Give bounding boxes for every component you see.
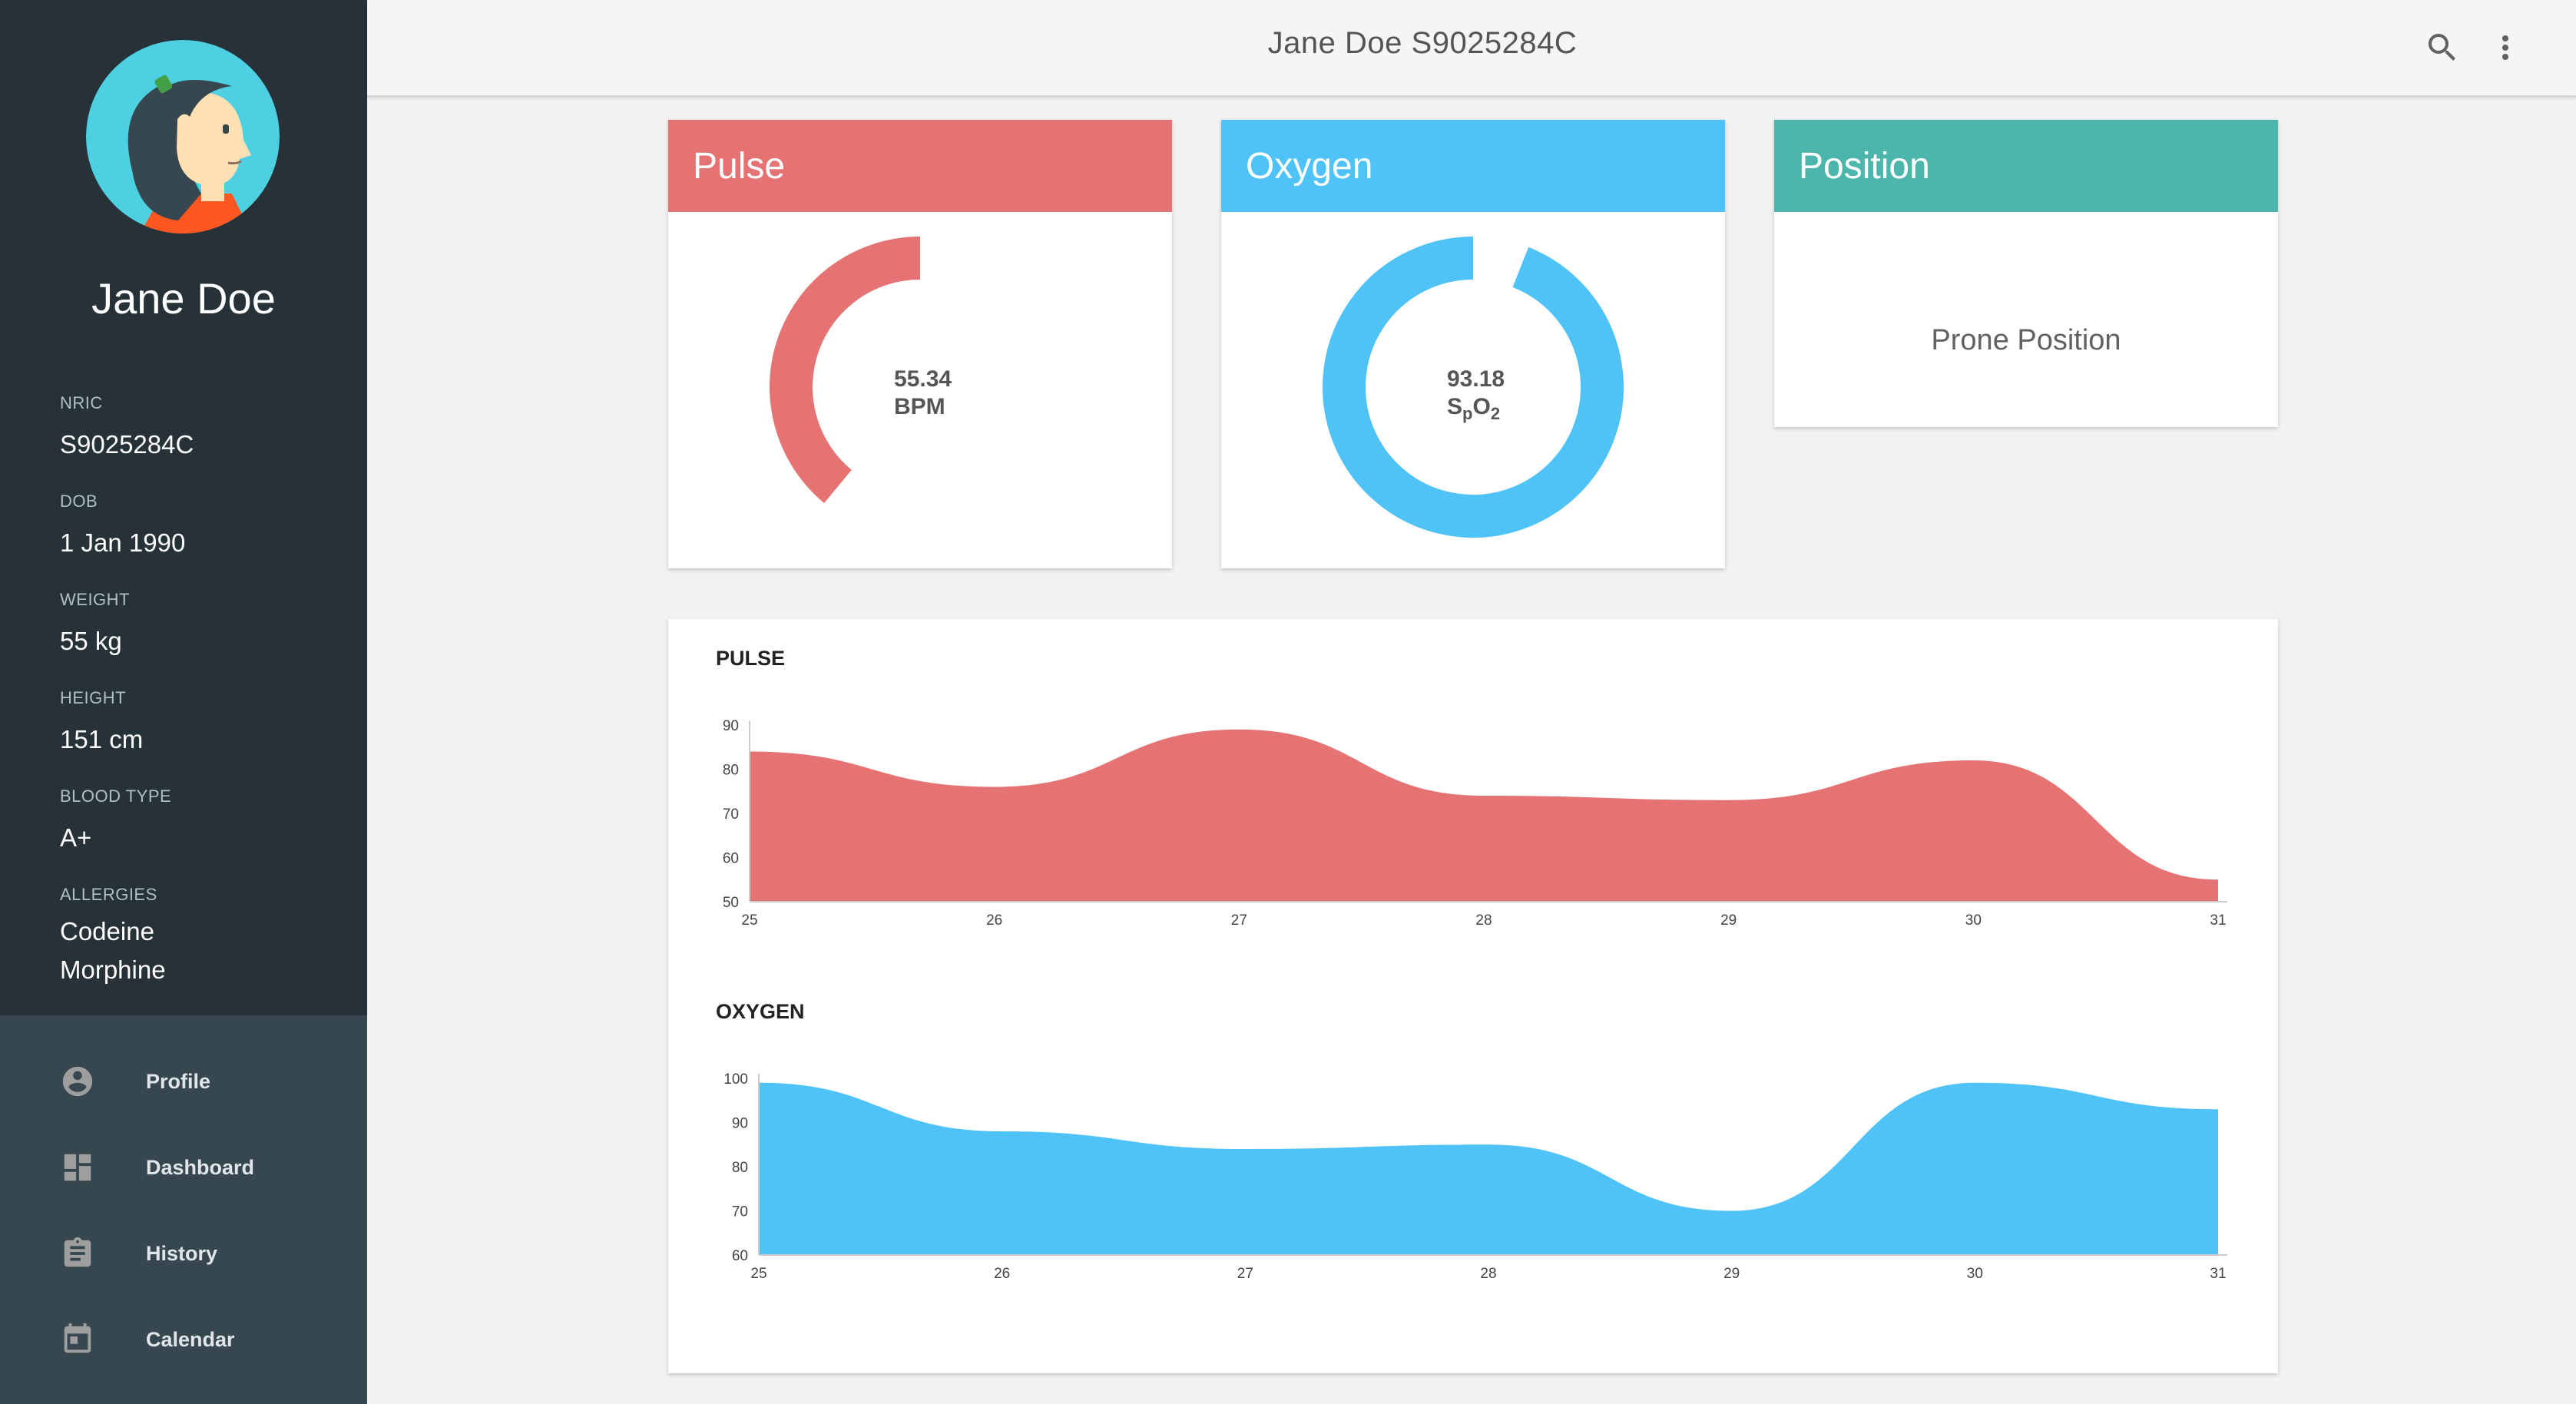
x-tick-label: 27	[1231, 912, 1247, 929]
oxygen-unit: SpO2	[1447, 393, 1505, 428]
y-tick-label: 80	[723, 763, 739, 779]
card-header: Position	[1774, 120, 2278, 212]
card-header: Oxygen	[1221, 120, 1725, 212]
x-tick-label: 26	[994, 1266, 1010, 1282]
unit-o: O	[1472, 394, 1491, 419]
info-value: 55 kg	[60, 627, 122, 655]
oxygen-value-number: 93.18	[1447, 366, 1505, 392]
info-label: WEIGHT	[60, 590, 130, 609]
sidebar-item-history[interactable]: History	[0, 1210, 367, 1296]
pulse-value: 55.34 BPM	[894, 366, 952, 421]
info-allergies: ALLERGIES Codeine Morphine	[60, 885, 166, 989]
card-title: Oxygen	[1246, 145, 1373, 187]
x-tick-label: 25	[750, 1266, 767, 1282]
info-weight: WEIGHT 55 kg	[60, 590, 130, 661]
oxygen-chart-title: OXYGEN	[716, 1000, 805, 1023]
sidebar-nav: Profile Dashboard History Calendar	[0, 1015, 367, 1404]
area-series	[750, 729, 2218, 902]
info-label: ALLERGIES	[60, 885, 157, 904]
pulse-value-number: 55.34	[894, 366, 952, 392]
pulse-chart: 50 60 70 80 90 25 26 27 28 29 30 31	[723, 718, 2227, 929]
position-card: Position Prone Position	[1774, 120, 2278, 427]
sidebar-item-label: Dashboard	[146, 1155, 255, 1179]
info-value: 151 cm	[60, 725, 144, 753]
unit-sub-p: p	[1462, 404, 1473, 423]
info-value: A+	[60, 823, 92, 852]
sidebar-item-label: History	[146, 1241, 218, 1265]
x-tick-label: 28	[1480, 1266, 1496, 1282]
x-tick-label: 27	[1237, 1266, 1253, 1282]
x-tick-label: 28	[1475, 912, 1492, 929]
x-tick-label: 30	[1967, 1266, 1983, 1282]
info-label: HEIGHT	[60, 688, 127, 707]
allergy-item: Morphine	[60, 955, 166, 984]
clipboard-icon	[64, 1237, 91, 1267]
oxygen-card: Oxygen 93.18 SpO2	[1221, 120, 1725, 568]
info-height: HEIGHT 151 cm	[60, 688, 143, 759]
calendar-icon	[64, 1323, 91, 1353]
position-value: Prone Position	[1931, 324, 2121, 356]
y-tick-label: 90	[732, 1116, 748, 1132]
avatar	[86, 40, 280, 233]
x-tick-label: 31	[2210, 912, 2226, 929]
history-charts-card: PULSE 50 60 70 80 90 25 26 27 28 29 30 31 OXYGEN 60…	[668, 619, 2278, 1373]
x-tick-label: 25	[741, 912, 757, 929]
y-tick-label: 70	[723, 806, 739, 823]
info-value: S9025284C	[60, 430, 194, 459]
oxygen-chart: 60 70 80 90 100 25 26 27 28 29 30 31	[723, 1071, 2227, 1282]
x-tick-label: 29	[1720, 912, 1737, 929]
y-tick-label: 50	[723, 895, 739, 911]
info-nric: NRIC S9025284C	[60, 393, 194, 464]
y-tick-label: 80	[732, 1160, 748, 1176]
pulse-chart-title: PULSE	[716, 647, 786, 670]
pulse-card: Pulse 55.34 BPM	[668, 120, 1172, 568]
page-title: Jane Doe S9025284C	[1267, 26, 1578, 60]
y-tick-label: 70	[732, 1204, 748, 1220]
info-blood-type: BLOOD TYPE A+	[60, 786, 171, 857]
info-label: BLOOD TYPE	[60, 786, 172, 806]
sidebar: Jane Doe NRIC S9025284C DOB 1 Jan 1990 W…	[0, 0, 367, 1404]
card-header: Pulse	[668, 120, 1172, 212]
y-tick-label: 100	[723, 1071, 748, 1088]
allergy-item: Codeine	[60, 917, 154, 945]
unit-s: S	[1447, 394, 1463, 419]
sidebar-item-profile[interactable]: Profile	[0, 1038, 367, 1124]
sidebar-item-label: Profile	[146, 1069, 211, 1093]
unit-sub-2: 2	[1490, 404, 1501, 423]
y-tick-label: 60	[723, 851, 739, 867]
x-tick-label: 26	[986, 912, 1002, 929]
search-icon[interactable]	[2424, 29, 2461, 66]
top-app-bar: Jane Doe S9025284C	[367, 0, 2576, 98]
patient-info-panel: Jane Doe NRIC S9025284C DOB 1 Jan 1990 W…	[0, 0, 367, 1015]
card-title: Pulse	[693, 145, 786, 187]
account-circle-icon	[62, 1066, 93, 1097]
y-tick-label: 60	[732, 1248, 748, 1264]
patient-name: Jane Doe	[91, 274, 276, 323]
x-tick-label: 30	[1965, 912, 1982, 929]
dashboard-icon	[64, 1154, 91, 1181]
area-series	[759, 1082, 2218, 1255]
info-dob: DOB 1 Jan 1990	[60, 492, 185, 562]
y-tick-label: 90	[723, 718, 739, 734]
oxygen-value: 93.18 SpO2	[1447, 366, 1505, 428]
more-vert-icon[interactable]	[2487, 29, 2524, 66]
sidebar-item-dashboard[interactable]: Dashboard	[0, 1124, 367, 1210]
info-value: 1 Jan 1990	[60, 528, 186, 557]
info-label: DOB	[60, 492, 98, 511]
card-title: Position	[1799, 145, 1930, 187]
x-tick-label: 29	[1723, 1266, 1740, 1282]
x-tick-label: 31	[2210, 1266, 2226, 1282]
sidebar-item-calendar[interactable]: Calendar	[0, 1296, 367, 1382]
sidebar-item-label: Calendar	[146, 1327, 235, 1351]
info-label: NRIC	[60, 393, 103, 412]
pulse-unit: BPM	[894, 394, 945, 419]
